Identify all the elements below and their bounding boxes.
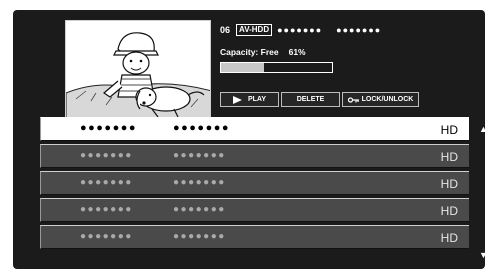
- title-date-placeholder: ●●●●●●●: [336, 25, 382, 35]
- row-date-placeholder: ●●●●●●●: [173, 122, 231, 134]
- row-title-placeholder: ●●●●●●●: [80, 122, 138, 134]
- action-buttons: PLAY DELETE LOCK/UNLOCK: [220, 92, 421, 107]
- row-quality-badge: HD: [440, 150, 458, 164]
- row-quality-badge: HD: [440, 123, 458, 137]
- row-date-placeholder: ●●●●●●●: [173, 177, 226, 188]
- capacity-value: 61%: [288, 47, 306, 57]
- list-row-4[interactable]: ●●●●●●● ●●●●●●● HD: [40, 198, 469, 222]
- row-title-placeholder: ●●●●●●●: [80, 231, 133, 242]
- row-date-placeholder: ●●●●●●●: [173, 204, 226, 215]
- lock-unlock-button[interactable]: LOCK/UNLOCK: [342, 92, 419, 107]
- list-row-1[interactable]: ●●●●●●● ●●●●●●● HD: [40, 117, 469, 141]
- list-row-2[interactable]: ●●●●●●● ●●●●●●● HD: [40, 144, 469, 168]
- play-button[interactable]: PLAY: [220, 92, 279, 107]
- scroll-down-icon[interactable]: ▼: [479, 250, 485, 260]
- delete-button[interactable]: DELETE: [281, 92, 340, 107]
- hdd-title-list-screen: 06 AV-HDD ●●●●●●● ●●●●●●● Capacity: Free…: [13, 10, 485, 269]
- capacity-bar: [220, 62, 333, 73]
- lock-unlock-button-label: LOCK/UNLOCK: [361, 96, 414, 103]
- key-icon: [347, 96, 359, 103]
- list-row-3[interactable]: ●●●●●●● ●●●●●●● HD: [40, 171, 469, 195]
- title-info-line: 06 AV-HDD ●●●●●●● ●●●●●●●: [220, 23, 381, 37]
- row-date-placeholder: ●●●●●●●: [173, 231, 226, 242]
- row-title-placeholder: ●●●●●●●: [80, 177, 133, 188]
- capacity-line: Capacity: Free 61%: [220, 47, 306, 57]
- list-row-5[interactable]: ●●●●●●● ●●●●●●● HD: [40, 225, 469, 249]
- row-title-placeholder: ●●●●●●●: [80, 204, 133, 215]
- row-date-placeholder: ●●●●●●●: [173, 150, 226, 161]
- boy-and-dog-illustration: [66, 21, 210, 119]
- play-icon: [232, 95, 242, 104]
- title-name-placeholder: ●●●●●●●: [277, 25, 323, 35]
- capacity-bar-fill: [221, 63, 265, 72]
- capacity-label: Capacity: Free: [220, 47, 279, 57]
- play-button-label: PLAY: [247, 96, 267, 103]
- scroll-up-icon[interactable]: ▲: [479, 124, 485, 134]
- title-list: ●●●●●●● ●●●●●●● HD ●●●●●●● ●●●●●●● HD ●●…: [40, 117, 469, 252]
- delete-button-label: DELETE: [296, 96, 325, 103]
- row-title-placeholder: ●●●●●●●: [80, 150, 133, 161]
- title-thumbnail: [65, 20, 211, 120]
- row-quality-badge: HD: [440, 204, 458, 218]
- row-quality-badge: HD: [440, 231, 458, 245]
- source-badge: AV-HDD: [236, 24, 273, 36]
- title-number: 06: [220, 25, 231, 35]
- row-quality-badge: HD: [440, 177, 458, 191]
